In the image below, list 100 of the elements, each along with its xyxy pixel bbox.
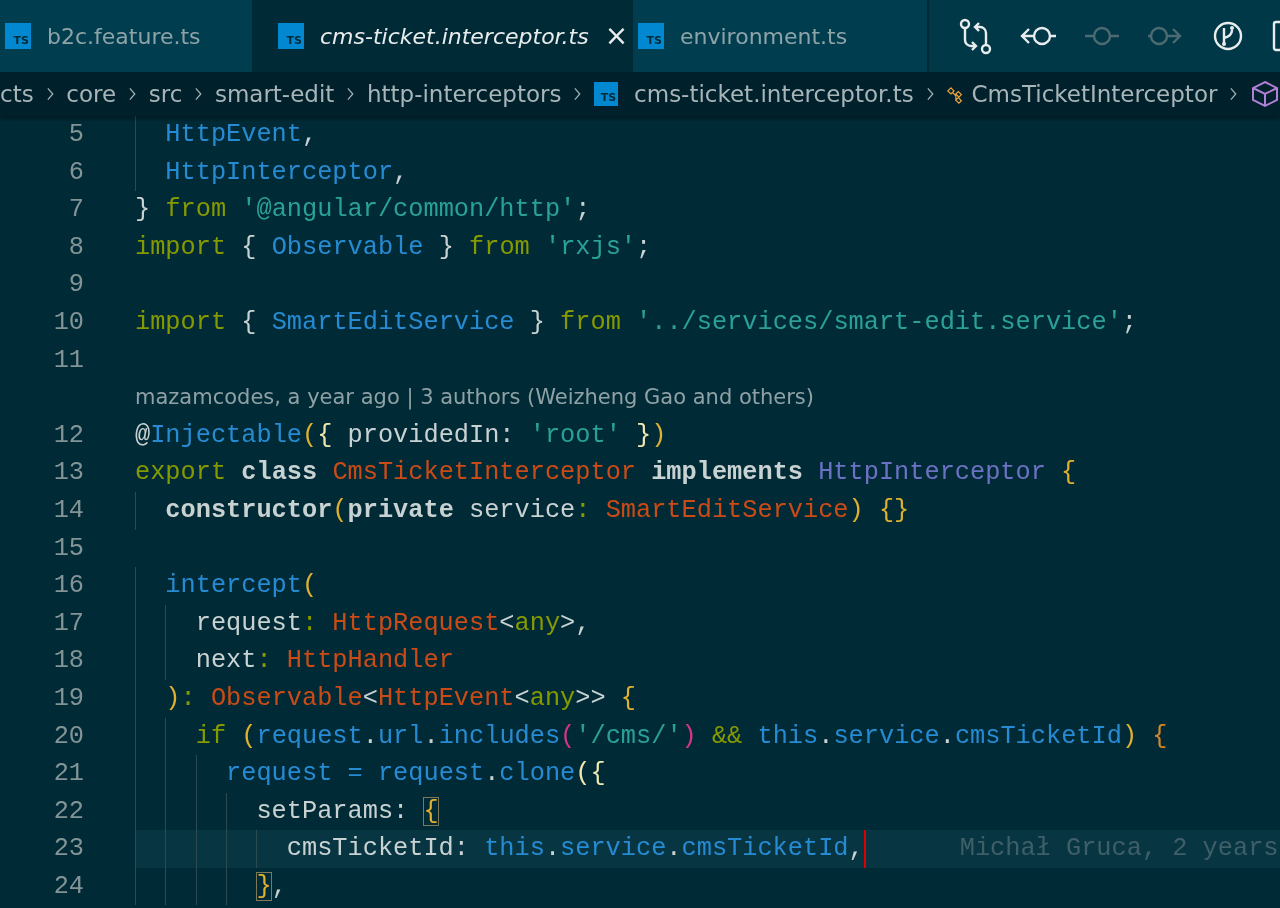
- typescript-file-icon: TS: [5, 23, 31, 49]
- code-token: <: [362, 683, 378, 713]
- code-token: ,: [848, 834, 864, 864]
- breadcrumb-item[interactable]: cms-ticket.interceptor.ts: [634, 76, 914, 112]
- code-token: Observable: [210, 683, 363, 713]
- code-token: .: [939, 721, 955, 751]
- code-token: ;: [636, 232, 652, 262]
- line-number: 23: [52, 833, 85, 866]
- code-token: providedIn:: [347, 420, 515, 450]
- code-token: ;: [575, 195, 591, 225]
- code-token: this: [484, 834, 545, 864]
- line-number: 13: [52, 457, 85, 490]
- code-token: cmsTicketId:: [286, 834, 469, 864]
- line-number: 11: [52, 344, 85, 377]
- code-token: {: [317, 420, 333, 450]
- code-token: service: [469, 495, 576, 525]
- code-token: :: [302, 608, 318, 638]
- code-token: .: [818, 721, 834, 751]
- breadcrumb-item[interactable]: smart-edit: [214, 76, 335, 112]
- code-token: Injectable: [150, 420, 302, 450]
- code-token: includes: [438, 721, 561, 751]
- line-number: 12: [52, 419, 85, 452]
- code-token: setParams:: [256, 796, 409, 826]
- code-token: from: [165, 195, 227, 225]
- editor-tab[interactable]: TS cms-ticket.interceptor.ts ×: [253, 0, 633, 72]
- close-button[interactable]: ×: [604, 22, 629, 50]
- typescript-file-icon: TS: [638, 23, 664, 49]
- code-token: HttpRequest: [332, 608, 500, 638]
- code-token: ): [848, 495, 864, 525]
- code-token: (: [241, 721, 257, 751]
- code-token: ): [681, 721, 697, 751]
- code-token: {: [241, 232, 257, 262]
- code-token: }: [529, 307, 545, 337]
- code-token: >,: [560, 608, 591, 638]
- code-token: HttpHandler: [286, 646, 454, 676]
- code-token: intercept: [165, 571, 302, 601]
- code-token: from: [469, 232, 530, 262]
- code-token: .: [544, 834, 561, 864]
- code-token: CmsTicketInterceptor: [332, 458, 636, 488]
- code-token: SmartEditService: [271, 307, 515, 337]
- code-token: export: [135, 458, 227, 488]
- matched-bracket: {: [423, 796, 439, 826]
- code-token: 'root': [529, 420, 621, 450]
- code-token: ,: [271, 871, 287, 901]
- code-token: request: [195, 608, 302, 638]
- code-token: HttpInterceptor: [818, 458, 1046, 488]
- code-token: any: [529, 683, 576, 713]
- code-token: 'rxjs': [544, 232, 637, 262]
- breadcrumb-item[interactable]: src: [148, 76, 183, 112]
- breadcrumb-item[interactable]: http-interceptors: [366, 76, 562, 112]
- code-token: ): [1121, 721, 1138, 751]
- line-number: 22: [52, 795, 85, 828]
- code-token: clone: [499, 759, 576, 789]
- code-token: {: [1061, 458, 1077, 488]
- code-token: :: [180, 683, 196, 713]
- editor-tab[interactable]: TS b2c.feature.ts: [0, 0, 253, 72]
- line-number: 24: [52, 870, 85, 903]
- breadcrumb-item[interactable]: CmsTicketInterceptor: [971, 76, 1218, 112]
- line-number: 6: [67, 156, 85, 189]
- code-token: ): [651, 420, 667, 450]
- line-number: 21: [52, 758, 85, 791]
- code-token: service: [833, 721, 940, 751]
- breadcrumb-item[interactable]: core: [66, 76, 117, 112]
- code-token: (: [302, 571, 318, 601]
- editor-tab[interactable]: TS environment.ts: [633, 0, 928, 72]
- matched-bracket: }: [256, 871, 272, 901]
- code-token: }: [438, 232, 454, 262]
- line-number: 8: [67, 231, 85, 264]
- code-token: request: [377, 759, 485, 789]
- line-number: 16: [52, 570, 85, 603]
- code-token: request: [226, 759, 333, 789]
- code-token: =: [347, 759, 363, 789]
- code-token: constructor: [165, 495, 333, 525]
- code-token: class: [241, 458, 318, 488]
- code-token: private: [347, 495, 454, 525]
- typescript-file-icon: TS: [594, 82, 619, 106]
- code-token: :: [575, 495, 591, 525]
- code-token: ,: [393, 157, 409, 187]
- line-number: 10: [52, 306, 85, 339]
- code-token: request: [256, 721, 363, 751]
- code-token: }: [636, 420, 652, 450]
- code-token: HttpInterceptor: [165, 157, 394, 187]
- line-number: 20: [52, 720, 85, 753]
- breadcrumb-item[interactable]: cts: [0, 76, 34, 112]
- line-number: 9: [67, 269, 85, 302]
- code-token: import: [135, 232, 227, 262]
- line-number: 19: [52, 682, 85, 715]
- tab-label: environment.ts: [680, 22, 848, 51]
- code-token: }: [135, 195, 151, 225]
- line-number: 5: [67, 119, 85, 151]
- code-token: '../services/smart-edit.service': [636, 307, 1122, 337]
- line-number: 15: [52, 532, 85, 565]
- code-token: >>: [575, 683, 606, 713]
- code-token: (: [302, 420, 318, 450]
- codelens-text[interactable]: mazamcodes, a year ago | 3 authors (Weizheng Gao and others): [0, 379, 1280, 417]
- code-token: @: [135, 420, 151, 450]
- code-token: implements: [651, 458, 803, 488]
- cube-icon: [1250, 79, 1280, 109]
- code-token: HttpEvent: [377, 683, 515, 713]
- code-token: <: [499, 608, 515, 638]
